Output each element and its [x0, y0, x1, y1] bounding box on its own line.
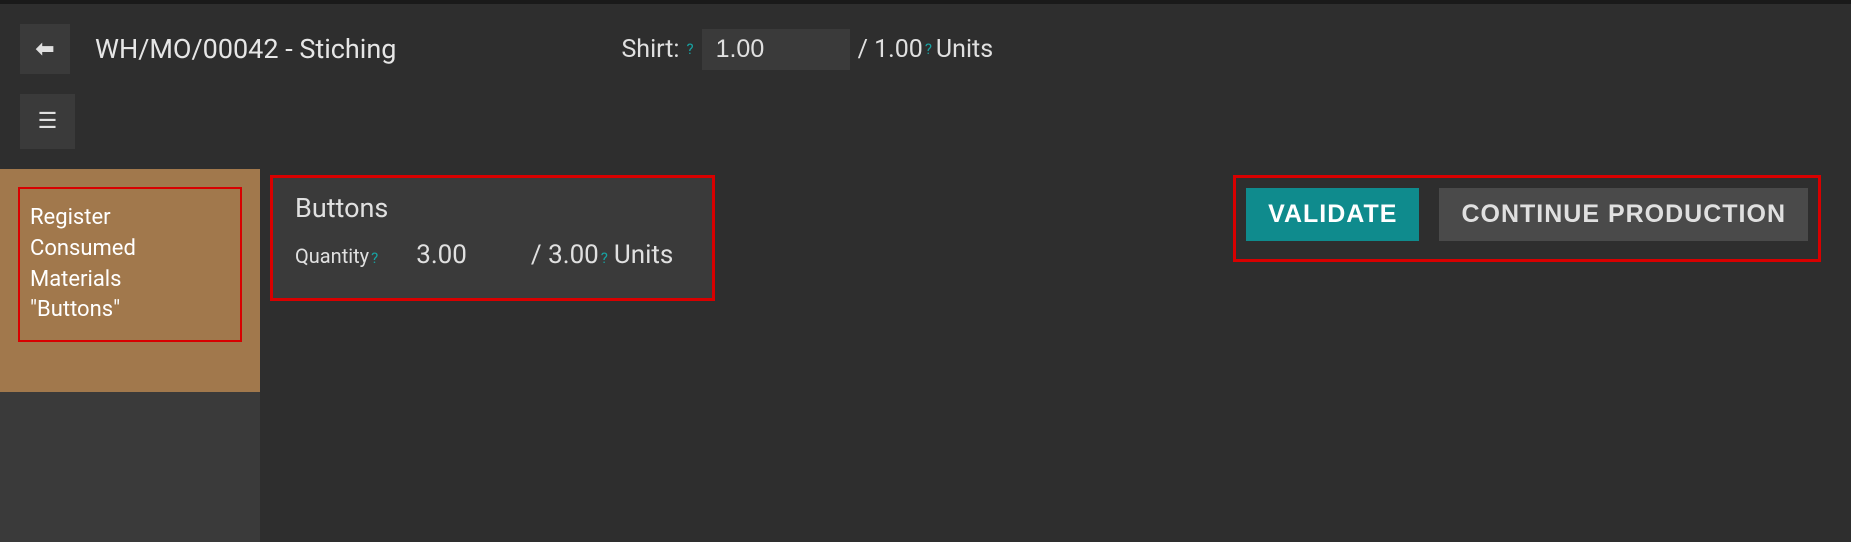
side-line-1: Register: [30, 203, 230, 234]
material-uom: Units: [614, 240, 673, 270]
material-card: Buttons Quantity ? 3.00 / 3.00 ? Units: [270, 175, 715, 301]
material-name: Buttons: [295, 192, 690, 224]
side-line-4: "Buttons": [30, 295, 230, 326]
material-qty-done[interactable]: 3.00: [416, 240, 467, 270]
back-button[interactable]: ⬅: [20, 24, 70, 74]
material-qty-total: / 3.00: [531, 240, 599, 270]
help-icon[interactable]: ?: [601, 249, 608, 267]
actions-panel: VALIDATE CONTINUE PRODUCTION: [1233, 175, 1821, 262]
register-consumed-card: Register Consumed Materials "Buttons": [18, 187, 242, 342]
page-title: WH/MO/00042 - Stiching: [95, 33, 396, 65]
help-icon[interactable]: ?: [371, 249, 378, 267]
qty-done-input[interactable]: [702, 29, 850, 70]
help-icon[interactable]: ?: [686, 40, 693, 58]
material-qty-label: Quantity: [295, 244, 369, 268]
uom-label: Units: [936, 35, 993, 64]
arrow-left-icon: ⬅: [36, 37, 54, 62]
side-empty-slot: [0, 392, 260, 542]
side-line-3: Materials: [30, 265, 230, 296]
menu-button[interactable]: ☰: [20, 94, 75, 149]
header-quantity: Shirt: ? / 1.00 ? Units: [621, 29, 993, 70]
side-line-2: Consumed: [30, 234, 230, 265]
side-step-panel[interactable]: Register Consumed Materials "Buttons": [0, 169, 260, 392]
qty-total: / 1.00: [858, 35, 923, 64]
hamburger-icon: ☰: [38, 109, 58, 134]
continue-production-button[interactable]: CONTINUE PRODUCTION: [1439, 188, 1808, 241]
product-label: Shirt:: [621, 35, 679, 64]
validate-button[interactable]: VALIDATE: [1246, 188, 1419, 241]
help-icon[interactable]: ?: [925, 40, 932, 58]
